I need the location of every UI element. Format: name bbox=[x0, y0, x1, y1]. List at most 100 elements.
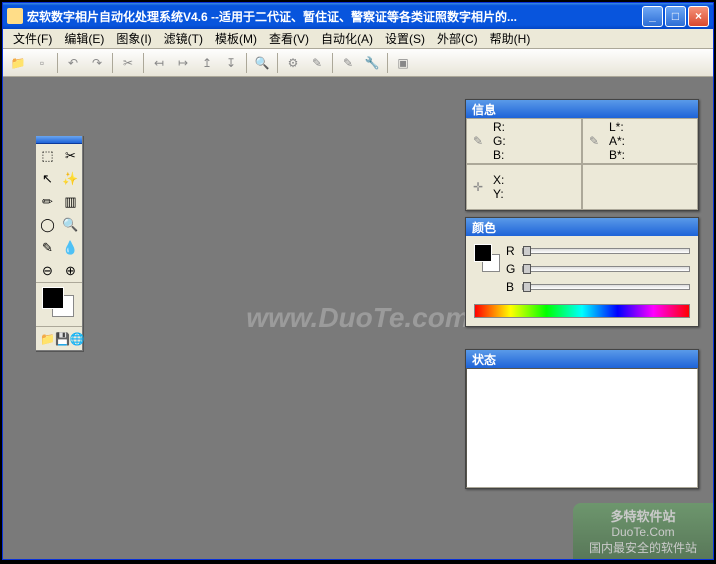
tb-separator bbox=[143, 53, 144, 73]
label-a: A*: bbox=[609, 135, 625, 148]
tool-marquee-icon[interactable]: ⬚ bbox=[36, 144, 59, 167]
minimize-button[interactable]: _ bbox=[642, 6, 663, 27]
tool-zoomin-icon[interactable]: ⊕ bbox=[59, 259, 82, 282]
label-b: B: bbox=[493, 149, 506, 162]
tb-cut-icon[interactable]: ✂ bbox=[117, 52, 139, 74]
toolbox-actions: 📁 💾 🌐 bbox=[36, 326, 82, 350]
crosshair-icon: ✛ bbox=[473, 180, 487, 194]
menu-help[interactable]: 帮助(H) bbox=[484, 28, 537, 49]
maximize-button[interactable]: □ bbox=[665, 6, 686, 27]
menu-view[interactable]: 查看(V) bbox=[263, 28, 315, 49]
tool-zoomout-icon[interactable]: ⊖ bbox=[36, 259, 59, 282]
menu-automation[interactable]: 自动化(A) bbox=[315, 28, 379, 49]
tb-new-icon[interactable]: ▫ bbox=[31, 52, 53, 74]
tb-undo-icon[interactable]: ↶ bbox=[62, 52, 84, 74]
info-empty bbox=[582, 164, 698, 210]
slider-thumb[interactable] bbox=[523, 282, 531, 292]
menu-template[interactable]: 模板(M) bbox=[209, 28, 263, 49]
menu-external[interactable]: 外部(C) bbox=[431, 28, 484, 49]
tb-down-icon[interactable]: ↧ bbox=[220, 52, 242, 74]
slider-r-label: R bbox=[506, 244, 516, 258]
window-controls: _ □ × bbox=[642, 6, 709, 27]
tool-pencil-icon[interactable]: ✏ bbox=[36, 190, 59, 213]
action-save-icon[interactable]: 💾 bbox=[55, 330, 70, 348]
tool-crop-icon[interactable]: ✂ bbox=[59, 144, 82, 167]
tool-zoom-icon[interactable]: 🔍 bbox=[59, 213, 82, 236]
tb-tool1-icon[interactable]: ⚙ bbox=[282, 52, 304, 74]
tb-separator bbox=[387, 53, 388, 73]
app-icon bbox=[7, 8, 23, 24]
slider-b-track[interactable] bbox=[522, 284, 690, 290]
window-title: 宏软数字相片自动化处理系统V4.6 --适用于二代证、暂住证、警察证等各类证照数… bbox=[27, 8, 642, 25]
watermark: www.DuoTe.com bbox=[246, 302, 470, 334]
eyedropper-icon: ✎ bbox=[473, 134, 487, 148]
foreground-color[interactable] bbox=[42, 287, 64, 309]
tb-zoom-icon[interactable]: 🔍 bbox=[251, 52, 273, 74]
workspace: www.DuoTe.com ⬚ ✂ ↖ ✨ ✏ ▥ ◯ 🔍 ✎ 💧 ⊖ ⊕ bbox=[3, 77, 713, 559]
status-panel-title[interactable]: 状态 bbox=[466, 350, 698, 368]
color-panel: 颜色 R G B bbox=[465, 217, 699, 327]
color-spectrum[interactable] bbox=[474, 304, 690, 318]
tb-separator bbox=[112, 53, 113, 73]
menu-image[interactable]: 图象(I) bbox=[110, 28, 157, 49]
label-r: R: bbox=[493, 121, 506, 134]
slider-g-track[interactable] bbox=[522, 266, 690, 272]
color-panel-title[interactable]: 颜色 bbox=[466, 218, 698, 236]
tb-tool3-icon[interactable]: ✎ bbox=[337, 52, 359, 74]
main-window: 宏软数字相片自动化处理系统V4.6 --适用于二代证、暂住证、警察证等各类证照数… bbox=[2, 2, 714, 560]
info-panel-title[interactable]: 信息 bbox=[466, 100, 698, 118]
rgb-sliders: R G B bbox=[506, 244, 690, 294]
action-open-icon[interactable]: 📁 bbox=[40, 330, 55, 348]
tb-separator bbox=[57, 53, 58, 73]
slider-g: G bbox=[506, 262, 690, 276]
toolbox: ⬚ ✂ ↖ ✨ ✏ ▥ ◯ 🔍 ✎ 💧 ⊖ ⊕ 📁 💾 🌐 bbox=[35, 135, 83, 351]
fg-swatch[interactable] bbox=[474, 244, 492, 262]
color-body: R G B bbox=[466, 236, 698, 302]
tb-open-icon[interactable]: 📁 bbox=[7, 52, 29, 74]
tool-pointer-icon[interactable]: ↖ bbox=[36, 167, 59, 190]
slider-r-track[interactable] bbox=[522, 248, 690, 254]
toolbox-header[interactable] bbox=[36, 136, 82, 144]
info-panel: 信息 ✎ R: G: B: ✎ L*: A*: B*: bbox=[465, 99, 699, 211]
badge-url: DuoTe.Com bbox=[611, 525, 674, 539]
tool-eyedropper-icon[interactable]: 💧 bbox=[59, 236, 82, 259]
slider-r: R bbox=[506, 244, 690, 258]
info-grid: ✎ R: G: B: ✎ L*: A*: B*: ✛ bbox=[466, 118, 698, 210]
badge-name: 多特软件站 bbox=[610, 506, 675, 525]
status-panel: 状态 bbox=[465, 349, 699, 489]
menu-filter[interactable]: 滤镜(T) bbox=[158, 28, 209, 49]
site-badge: 多特软件站 DuoTe.Com 国内最安全的软件站 bbox=[573, 503, 713, 559]
status-body bbox=[466, 368, 698, 488]
toolbar: 📁 ▫ ↶ ↷ ✂ ↤ ↦ ↥ ↧ 🔍 ⚙ ✎ ✎ 🔧 ▣ bbox=[3, 49, 713, 77]
tb-redo-icon[interactable]: ↷ bbox=[86, 52, 108, 74]
tool-blur-icon[interactable]: ◯ bbox=[36, 213, 59, 236]
slider-b: B bbox=[506, 280, 690, 294]
info-rgb: ✎ R: G: B: bbox=[466, 118, 582, 164]
tb-left-icon[interactable]: ↤ bbox=[148, 52, 170, 74]
tool-brush-icon[interactable]: ✎ bbox=[36, 236, 59, 259]
slider-b-label: B bbox=[506, 280, 516, 294]
color-swatch[interactable] bbox=[36, 282, 82, 316]
tb-separator bbox=[246, 53, 247, 73]
menu-settings[interactable]: 设置(S) bbox=[379, 28, 431, 49]
label-y: Y: bbox=[493, 188, 504, 201]
menu-file[interactable]: 文件(F) bbox=[7, 28, 58, 49]
color-swatch-pair[interactable] bbox=[474, 244, 498, 274]
label-l: L*: bbox=[609, 121, 625, 134]
menu-edit[interactable]: 编辑(E) bbox=[58, 28, 110, 49]
tool-gradient-icon[interactable]: ▥ bbox=[59, 190, 82, 213]
info-lab: ✎ L*: A*: B*: bbox=[582, 118, 698, 164]
close-button[interactable]: × bbox=[688, 6, 709, 27]
slider-thumb[interactable] bbox=[523, 264, 531, 274]
titlebar[interactable]: 宏软数字相片自动化处理系统V4.6 --适用于二代证、暂住证、警察证等各类证照数… bbox=[3, 3, 713, 29]
tool-wand-icon[interactable]: ✨ bbox=[59, 167, 82, 190]
tb-tool2-icon[interactable]: ✎ bbox=[306, 52, 328, 74]
tb-right-icon[interactable]: ↦ bbox=[172, 52, 194, 74]
tb-tool5-icon[interactable]: ▣ bbox=[392, 52, 414, 74]
eyedropper-icon: ✎ bbox=[589, 134, 603, 148]
action-web-icon[interactable]: 🌐 bbox=[70, 330, 85, 348]
tb-tool4-icon[interactable]: 🔧 bbox=[361, 52, 383, 74]
slider-thumb[interactable] bbox=[523, 246, 531, 256]
tb-up-icon[interactable]: ↥ bbox=[196, 52, 218, 74]
tb-separator bbox=[332, 53, 333, 73]
